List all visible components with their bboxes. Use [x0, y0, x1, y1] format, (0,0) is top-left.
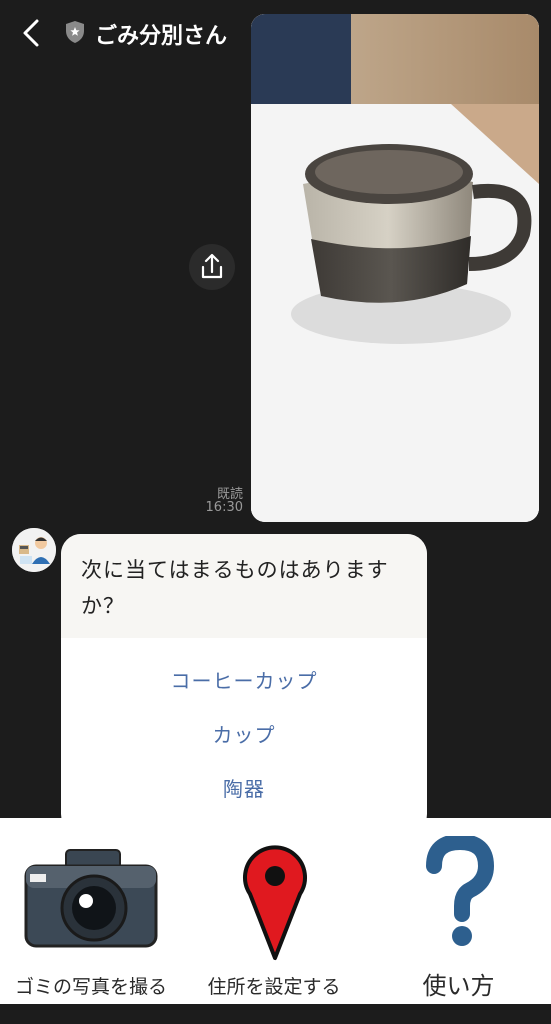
share-icon — [201, 253, 223, 279]
sent-photo-coffee-mug[interactable] — [251, 14, 539, 522]
bot-avatar[interactable] — [12, 528, 56, 572]
take-photo-button[interactable]: ゴミの写真を撮る — [0, 818, 182, 1004]
camera-icon — [24, 849, 158, 948]
question-text: 次に当てはまるものはありますか？ — [61, 534, 427, 638]
set-address-button[interactable]: 住所を設定する — [182, 818, 366, 1004]
bot-question-bubble: 次に当てはまるものはありますか？ コーヒーカップ カップ 陶器 — [61, 534, 427, 834]
choice-cup[interactable]: カップ — [61, 708, 427, 762]
verified-shield-icon — [66, 21, 84, 43]
how-to-use-label: 使い方 — [422, 972, 495, 1000]
mug-photo-image — [251, 14, 539, 522]
bot-avatar-image — [12, 528, 56, 572]
back-icon[interactable] — [18, 17, 46, 49]
choice-ceramic[interactable]: 陶器 — [61, 762, 427, 816]
map-pin-icon — [243, 845, 307, 960]
message-time: 16:30 — [205, 500, 243, 515]
rich-menu: ゴミの写真を撮る 住所を設定する 使い方 — [0, 818, 551, 1004]
bottom-bar — [0, 1004, 551, 1024]
take-photo-label: ゴミの写真を撮る — [14, 976, 167, 998]
set-address-label: 住所を設定する — [207, 976, 341, 998]
share-button[interactable] — [189, 244, 235, 290]
question-mark-icon — [426, 836, 494, 946]
chat-title: ごみ分別さん — [95, 24, 228, 49]
choice-coffee-cup[interactable]: コーヒーカップ — [61, 654, 427, 708]
how-to-use-button[interactable]: 使い方 — [366, 818, 551, 1004]
